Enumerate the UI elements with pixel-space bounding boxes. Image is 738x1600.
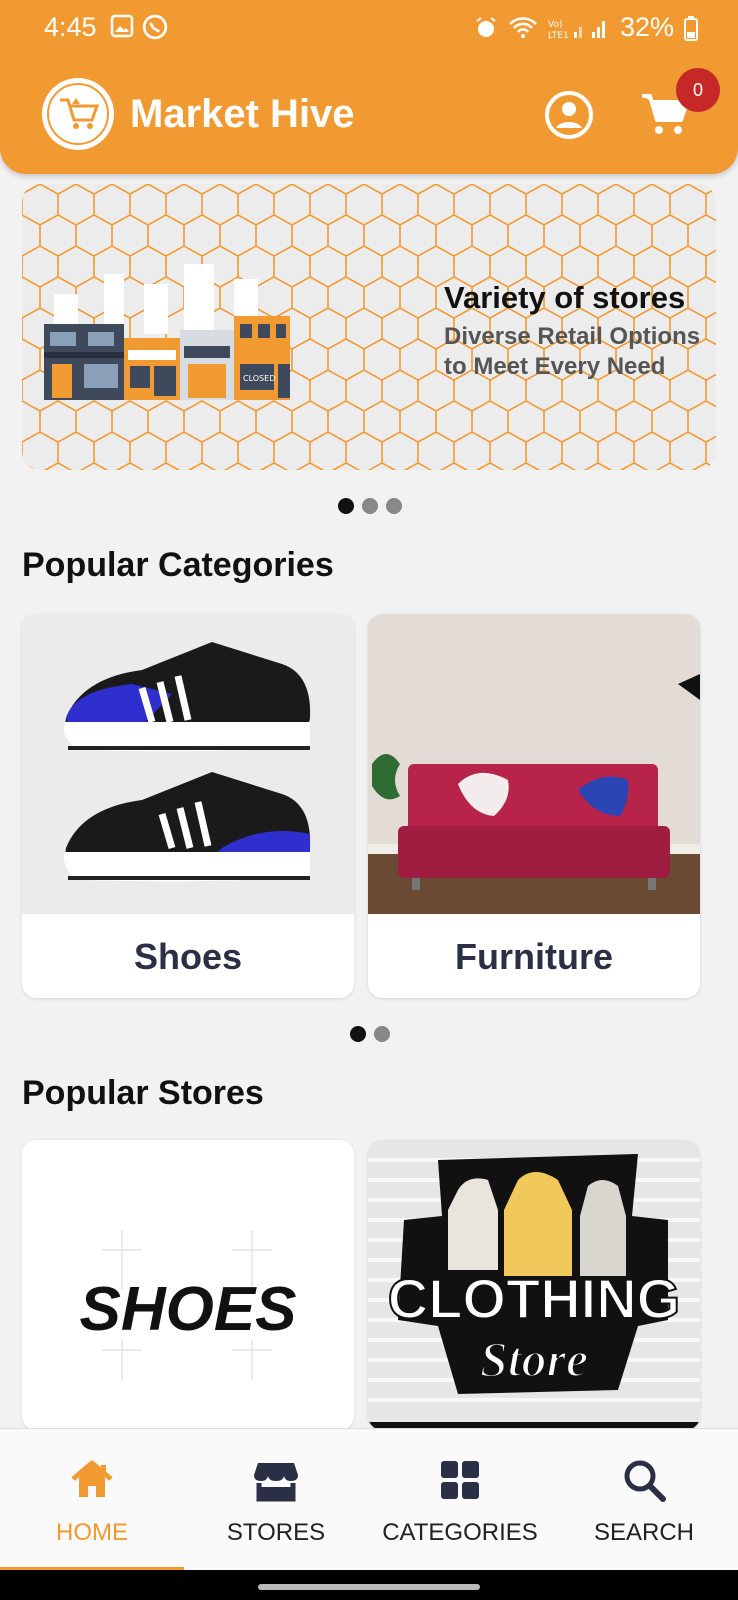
categories-title: Popular Categories <box>22 546 334 584</box>
promo-banner[interactable]: CLOSED Variety of stores Diverse Retail … <box>22 184 716 470</box>
wifi-icon <box>509 16 537 38</box>
banner-pagination <box>338 498 402 514</box>
status-time: 4:45 <box>44 12 97 42</box>
stores-title: Popular Stores <box>22 1074 264 1112</box>
banner-subtitle: Diverse Retail Options to Meet Every Nee… <box>444 323 701 380</box>
account-icon <box>545 91 593 139</box>
nav-label: CATEGORIES <box>382 1519 538 1546</box>
category-card-shoes[interactable]: Shoes <box>22 614 354 998</box>
banner-dot[interactable] <box>386 498 402 514</box>
bottom-navigation: HOME STORES CATEGORIES SEARCH <box>0 1428 738 1571</box>
banner-dot[interactable] <box>362 498 378 514</box>
store-logo-text-line2: Store <box>480 1331 588 1387</box>
search-icon <box>624 1460 666 1502</box>
home-gesture-handle[interactable] <box>258 1584 480 1590</box>
svg-text:CLOSED: CLOSED <box>243 374 275 383</box>
nav-label: HOME <box>56 1519 128 1546</box>
svg-text:LTE1: LTE1 <box>548 31 569 40</box>
app-title: Market Hive <box>130 92 355 136</box>
app-logo[interactable] <box>42 78 114 150</box>
categories-dot[interactable] <box>350 1026 366 1042</box>
status-bar: 4:45 Vo) LTE1 32% <box>0 0 738 56</box>
nav-label: SEARCH <box>593 1519 695 1546</box>
grid-icon <box>441 1461 479 1499</box>
store-logo-text-line1: CLOTHING <box>388 1267 680 1330</box>
storefront-illustration: CLOSED <box>44 264 290 400</box>
svg-text:Vo): Vo) <box>548 20 562 30</box>
category-card-furniture[interactable]: Furniture <box>368 614 700 998</box>
nav-search[interactable]: SEARCH <box>552 1429 736 1571</box>
battery-level: 32% <box>619 12 674 42</box>
nav-label: STORES <box>226 1519 326 1546</box>
battery-icon <box>684 15 698 41</box>
nav-home[interactable]: HOME <box>0 1429 184 1571</box>
signal-icon: Vo)LTE1 <box>548 20 605 40</box>
category-label: Shoes <box>133 936 243 977</box>
sofa-image <box>368 614 700 914</box>
profile-button[interactable] <box>544 90 594 140</box>
home-icon <box>71 1460 113 1497</box>
categories-dot[interactable] <box>374 1026 390 1042</box>
category-label: Furniture <box>455 936 613 977</box>
shoes-store-logo: SHOES <box>22 1140 354 1430</box>
store-card-clothing[interactable]: CLOTHING Store <box>368 1140 700 1430</box>
banner-title: Variety of stores <box>444 280 686 315</box>
clothing-store-logo: CLOTHING Store <box>368 1140 700 1430</box>
alarm-icon <box>476 16 496 37</box>
whatsapp-icon <box>142 14 168 40</box>
sneakers-image <box>22 614 354 914</box>
nav-categories[interactable]: CATEGORIES <box>368 1429 552 1571</box>
gallery-icon <box>110 14 134 38</box>
store-icon <box>254 1463 298 1502</box>
store-card-shoes[interactable]: SHOES <box>22 1140 354 1430</box>
store-logo-text: SHOES <box>79 1275 296 1344</box>
bee-cart-logo-icon <box>47 83 109 145</box>
app-header: 4:45 Vo) LTE1 32% Market Hive 0 <box>0 0 738 174</box>
nav-stores[interactable]: STORES <box>184 1429 368 1571</box>
categories-pagination <box>350 1026 390 1042</box>
cart-count-badge: 0 <box>676 68 720 112</box>
banner-dot[interactable] <box>338 498 354 514</box>
